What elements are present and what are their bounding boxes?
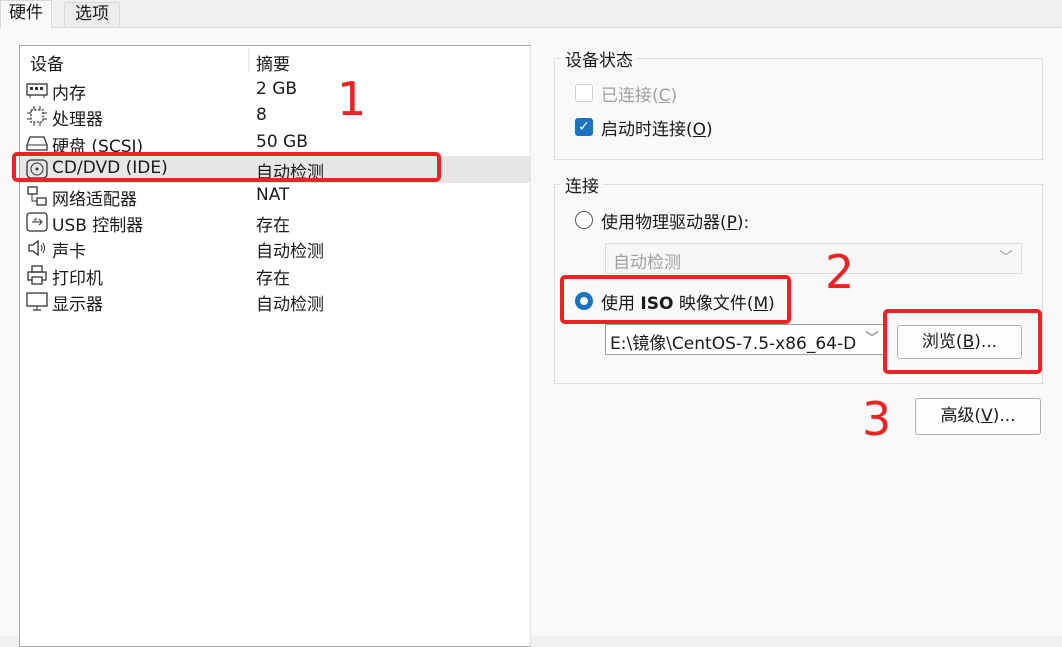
tab-bar: 硬件 选项 [0, 0, 1062, 29]
device-row-network[interactable]: 网络适配器 NAT [20, 183, 530, 210]
harddisk-icon [26, 136, 48, 151]
advanced-button[interactable]: 高级(V)... [915, 398, 1041, 435]
device-list-header: 设备 摘要 [20, 46, 530, 75]
device-name: 打印机 [52, 268, 103, 289]
printer-icon [27, 265, 47, 285]
list-divider [530, 46, 531, 646]
cpu-icon [27, 106, 47, 127]
display-icon [26, 292, 48, 311]
device-summary: 2 GB [256, 79, 298, 99]
device-name: 处理器 [52, 110, 103, 131]
sound-icon [28, 240, 45, 257]
device-name: 网络适配器 [52, 189, 137, 210]
physical-drive-select[interactable]: 自动检测 ﹀ [605, 243, 1022, 274]
device-summary: 8 [256, 105, 267, 126]
chevron-down-icon: ﹀ [999, 250, 1013, 266]
connected-checkbox[interactable] [575, 84, 593, 102]
iso-path-combobox[interactable]: E:\镜像\CentOS-7.5-x86_64-D ﹀ [605, 324, 885, 355]
device-list[interactable]: 设备 摘要 内存 2 GB 处理器 8 硬盘 (SCSI) 50 GB CD/D… [19, 45, 531, 647]
physical-drive-radio[interactable] [575, 211, 593, 229]
device-row-display[interactable]: 显示器 自动检测 [20, 288, 530, 316]
physical-drive-label[interactable]: 使用物理驱动器(P): [601, 208, 749, 233]
connect-on-start-checkbox[interactable]: ✓ [575, 118, 593, 136]
device-status-title: 设备状态 [561, 46, 637, 71]
column-header-summary[interactable]: 摘要 [256, 50, 290, 75]
device-status-group: 设备状态 已连接(C) ✓ 启动时连接(O) [554, 46, 1043, 160]
device-summary: 自动检测 [256, 295, 324, 316]
connect-on-start-label[interactable]: 启动时连接(O) [601, 115, 713, 140]
network-adapter-icon [27, 185, 47, 206]
highlight-iso-option [560, 275, 791, 324]
annotation-number-2: 2 [825, 245, 855, 299]
connected-label[interactable]: 已连接(C) [601, 81, 677, 106]
device-summary: NAT [256, 184, 290, 205]
memory-icon [26, 83, 48, 98]
device-name: USB 控制器 [52, 216, 144, 236]
device-row-cpu[interactable]: 处理器 8 [20, 103, 530, 131]
device-row-memory[interactable]: 内存 2 GB [20, 77, 530, 104]
device-summary: 存在 [256, 216, 290, 236]
iso-path-value: E:\镜像\CentOS-7.5-x86_64-D [610, 334, 857, 354]
highlight-browse [883, 309, 1042, 374]
device-name: 显示器 [52, 295, 103, 316]
tab-hardware[interactable]: 硬件 [0, 0, 52, 29]
device-summary: 存在 [256, 268, 290, 289]
highlight-cd-dvd [12, 152, 441, 182]
tab-options[interactable]: 选项 [64, 2, 120, 27]
annotation-number-3: 3 [862, 392, 892, 446]
column-header-device[interactable]: 设备 [30, 50, 64, 75]
annotation-number-1: 1 [337, 72, 367, 126]
device-row-usb[interactable]: USB 控制器 存在 [20, 209, 530, 236]
device-name: 内存 [52, 84, 86, 104]
device-summary: 自动检测 [256, 242, 324, 263]
usb-icon [26, 212, 48, 232]
device-name: 声卡 [52, 242, 86, 263]
device-row-sound[interactable]: 声卡 自动检测 [20, 235, 530, 263]
connection-title: 连接 [561, 172, 603, 197]
chevron-down-icon[interactable]: ﹀ [860, 325, 884, 354]
device-row-printer[interactable]: 打印机 存在 [20, 262, 530, 289]
device-summary: 50 GB [256, 131, 308, 152]
